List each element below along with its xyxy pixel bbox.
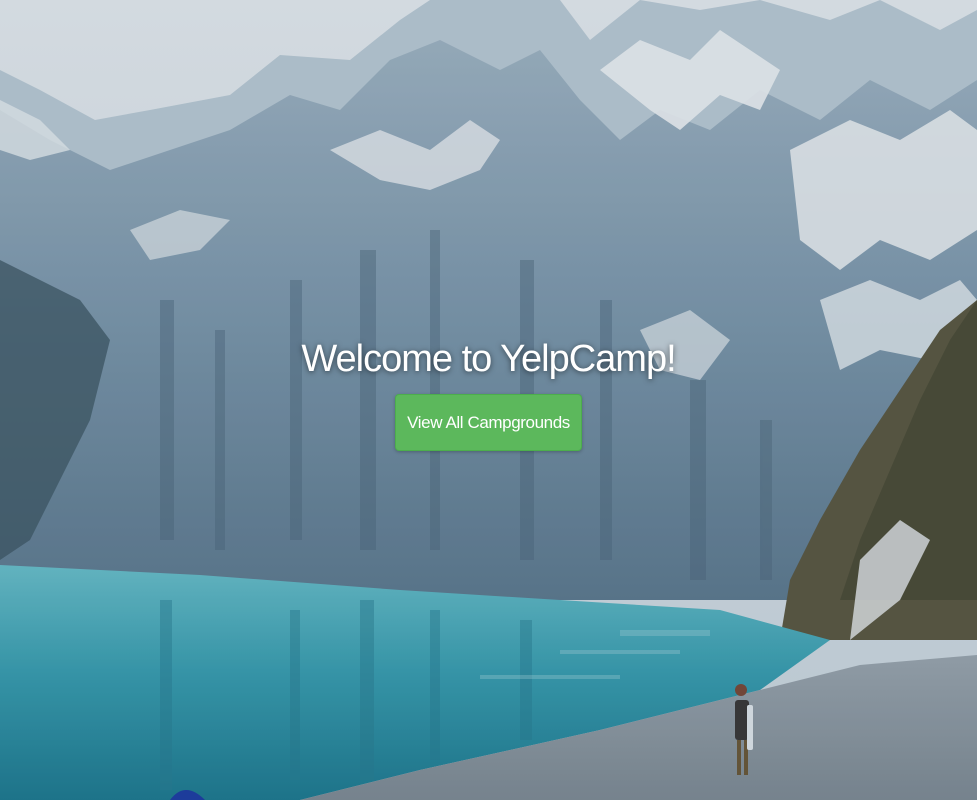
page-title: Welcome to YelpCamp! bbox=[301, 338, 676, 380]
view-all-campgrounds-button[interactable]: View All Campgrounds bbox=[395, 394, 582, 451]
hero-section: Welcome to YelpCamp! View All Campground… bbox=[0, 336, 977, 451]
landing-page: Welcome to YelpCamp! View All Campground… bbox=[0, 0, 977, 800]
